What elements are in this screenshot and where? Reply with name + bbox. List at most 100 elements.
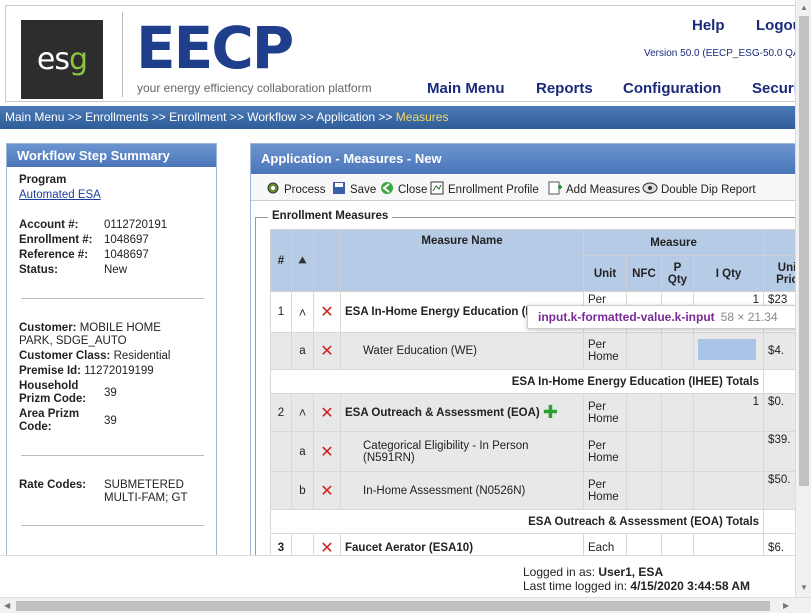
table-row: 2 ˄ ✕ ESA Outreach & Assessment (EOA) ✚ … bbox=[270, 393, 795, 432]
account-label: Account #: bbox=[19, 219, 79, 231]
delete-button[interactable]: ✕ bbox=[313, 393, 341, 432]
delete-x-icon: ✕ bbox=[320, 343, 334, 360]
toolbar: Process Save Close Enrollment Profile Ad… bbox=[251, 175, 795, 201]
vertical-scrollbar[interactable]: ▲ ▼ bbox=[795, 0, 811, 597]
totals-value bbox=[763, 509, 795, 534]
delete-button[interactable]: ✕ bbox=[313, 332, 341, 370]
col-header-pqty: P Qty bbox=[661, 255, 694, 292]
crumb-measures: Measures bbox=[395, 110, 449, 124]
account-value: 0112720191 bbox=[104, 219, 168, 231]
enrollment-value: 1048697 bbox=[104, 234, 149, 246]
nav-configuration[interactable]: Configuration bbox=[623, 80, 721, 97]
crumb-application[interactable]: Application bbox=[316, 110, 375, 124]
add-icon[interactable]: ✚ bbox=[543, 402, 558, 422]
nfc-cell bbox=[626, 431, 662, 472]
back-arrow-icon bbox=[381, 182, 393, 194]
col-header-unit: Unit bbox=[583, 255, 627, 292]
measure-name: In-Home Assessment (N0526N) bbox=[340, 471, 584, 510]
crumb-sep: >> bbox=[229, 110, 244, 124]
scroll-left-icon[interactable]: ◀ bbox=[4, 601, 10, 610]
unit-cell: Per Home bbox=[583, 431, 627, 472]
enrollment-profile-button[interactable]: Enrollment Profile bbox=[429, 181, 539, 196]
last-login-value: 4/15/2020 3:44:58 AM bbox=[630, 579, 751, 593]
area-prizm-label-2: Code: bbox=[19, 421, 52, 433]
enrollment-label: Enrollment #: bbox=[19, 234, 93, 246]
collapse-toggle[interactable]: ˄ bbox=[291, 291, 314, 333]
col-header-collapse[interactable]: ⯅ bbox=[291, 229, 314, 292]
scroll-down-icon[interactable]: ▼ bbox=[800, 583, 808, 592]
crumb-enrollment[interactable]: Enrollment bbox=[169, 110, 226, 124]
delete-x-icon: ✕ bbox=[320, 404, 334, 422]
customer-value: MOBILE HOME bbox=[79, 322, 161, 334]
profile-icon bbox=[430, 181, 444, 195]
status-value: New bbox=[104, 264, 128, 276]
unit-price-cell: $0. bbox=[763, 393, 795, 432]
pqty-cell bbox=[661, 471, 694, 510]
col-header-unit-price: Uni Pric bbox=[763, 255, 795, 292]
iqty-input-highlight[interactable] bbox=[698, 339, 756, 360]
report-icon bbox=[642, 182, 658, 194]
process-button[interactable]: Process bbox=[265, 181, 326, 196]
close-button[interactable]: Close bbox=[379, 181, 427, 196]
nav-reports[interactable]: Reports bbox=[536, 80, 593, 97]
close-label: Close bbox=[398, 184, 428, 196]
horizontal-scrollbar[interactable]: ◀ ▶ bbox=[0, 597, 811, 613]
nav-security[interactable]: Securi bbox=[752, 80, 795, 97]
iqty-cell[interactable]: 1 bbox=[692, 393, 765, 432]
row-letter: b bbox=[291, 471, 314, 510]
vertical-scroll-thumb[interactable] bbox=[799, 16, 809, 486]
fieldset-legend: Enrollment Measures bbox=[268, 210, 393, 222]
program-link[interactable]: Automated ESA bbox=[19, 189, 101, 201]
horizontal-scroll-thumb[interactable] bbox=[16, 601, 770, 611]
collapse-toggle[interactable]: ˄ bbox=[291, 393, 314, 432]
iqty-cell[interactable] bbox=[692, 471, 765, 510]
totals-label: ESA In-Home Energy Education (IHEE) Tota… bbox=[269, 369, 765, 394]
iqty-cell[interactable] bbox=[692, 431, 765, 472]
measure-name: Water Education (WE) bbox=[340, 332, 584, 370]
unit-price-cell: $50. bbox=[763, 471, 795, 510]
enrollment-profile-label: Enrollment Profile bbox=[448, 184, 539, 196]
scroll-up-icon[interactable]: ▲ bbox=[800, 3, 808, 12]
esg-logo: esg bbox=[21, 20, 103, 99]
version-text: Version 50.0 (EECP_ESG-50.0 QA bbox=[644, 48, 795, 59]
totals-value bbox=[763, 369, 795, 394]
process-label: Process bbox=[284, 184, 326, 196]
delete-x-icon: ✕ bbox=[320, 482, 334, 500]
delete-button[interactable]: ✕ bbox=[313, 431, 341, 472]
double-dip-report-button[interactable]: Double Dip Report bbox=[642, 181, 756, 196]
nav-main-menu[interactable]: Main Menu bbox=[427, 80, 505, 97]
customer-class-value: Residential bbox=[113, 350, 171, 362]
last-login-line: Last time logged in: 4/15/2020 3:44:58 A… bbox=[523, 579, 750, 593]
panel-title: Workflow Step Summary bbox=[7, 144, 216, 167]
measure-name: Categorical Eligibility - In Person (N59… bbox=[340, 431, 584, 472]
crumb-enrollments[interactable]: Enrollments bbox=[85, 110, 148, 124]
logout-link[interactable]: Logou bbox=[756, 17, 795, 34]
esg-logo-text: esg bbox=[36, 42, 88, 77]
header: esg EECP your energy efficiency collabor… bbox=[5, 5, 795, 102]
help-link[interactable]: Help bbox=[692, 17, 725, 34]
household-value: 39 bbox=[104, 387, 117, 399]
delete-x-icon: ✕ bbox=[320, 443, 334, 461]
crumb-workflow[interactable]: Workflow bbox=[247, 110, 296, 124]
scroll-right-icon[interactable]: ▶ bbox=[783, 601, 789, 610]
area-prizm-value: 39 bbox=[104, 415, 117, 427]
save-button[interactable]: Save bbox=[331, 181, 376, 196]
col-header-delete bbox=[313, 229, 341, 292]
pqty-cell bbox=[661, 393, 694, 432]
delete-button[interactable]: ✕ bbox=[313, 291, 341, 333]
delete-button[interactable]: ✕ bbox=[313, 471, 341, 510]
crumb-sep: >> bbox=[67, 110, 82, 124]
row-letter: a bbox=[291, 332, 314, 370]
crumb-sep: >> bbox=[151, 110, 166, 124]
crumb-main-menu[interactable]: Main Menu bbox=[5, 110, 64, 124]
unit-price-cell: $4. bbox=[763, 332, 795, 370]
footer: Logged in as: User1, ESA Last time logge… bbox=[0, 555, 795, 597]
row-letter: a bbox=[291, 431, 314, 472]
measures-table: # ⯅ Measure Name Measure I Unit NFC P Qt… bbox=[269, 229, 795, 562]
reference-value: 1048697 bbox=[104, 249, 149, 261]
unit-cell: Per Home bbox=[583, 393, 627, 432]
premise-value: 11272019199 bbox=[84, 365, 154, 377]
devtools-inspect-tooltip: input.k-formatted-value.k-input 58 × 21.3… bbox=[527, 305, 795, 329]
add-measures-button[interactable]: Add Measures bbox=[547, 181, 640, 196]
logged-in-user: User1, ESA bbox=[598, 565, 664, 579]
